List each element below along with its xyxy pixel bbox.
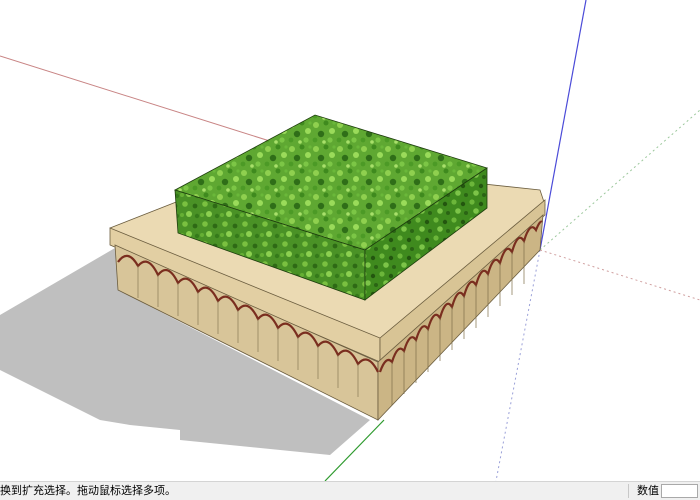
status-hint-text: 换到扩充选择。拖动鼠标选择多项。 — [0, 484, 176, 497]
model-canvas[interactable] — [0, 0, 700, 481]
green-axis-dotted-line — [539, 109, 700, 251]
status-separator — [628, 484, 629, 498]
3d-viewport[interactable] — [0, 0, 700, 481]
red-axis-dotted-line — [539, 249, 700, 301]
sketchup-window: 换到扩充选择。拖动鼠标选择多项。 数值 — [0, 0, 700, 500]
measurements-input[interactable] — [661, 484, 698, 498]
blue-axis-line — [539, 0, 587, 251]
status-bar: 换到扩充选择。拖动鼠标选择多项。 数值 — [0, 481, 700, 500]
measurements-label: 数值 — [637, 484, 659, 497]
